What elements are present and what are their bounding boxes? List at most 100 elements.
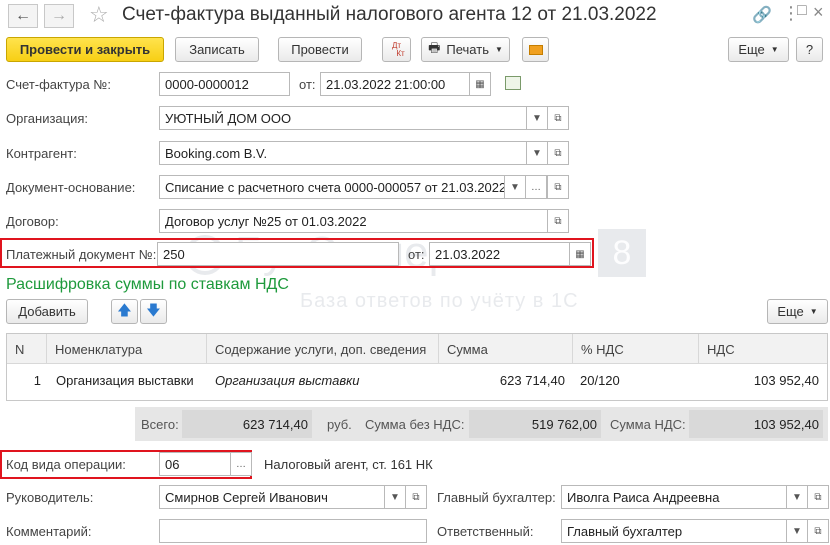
row-content[interactable]: Организация выставки [215,366,360,394]
maximize-icon[interactable]: □ [797,2,807,20]
contractor-dropdown-button[interactable]: ▼ [526,141,548,165]
open-form-icon: ⧉ [814,491,822,503]
base-document-dropdown-button[interactable]: ▼ [504,175,526,199]
document-list-icon[interactable] [505,76,521,90]
add-row-button[interactable]: Добавить [6,299,88,324]
calendar-icon: ▦ [575,248,585,260]
section-more-button[interactable]: Еще ▼ [767,299,828,324]
ellipsis-icon: … [236,458,246,470]
invoice-number-field[interactable]: 0000-0000012 [159,72,290,96]
move-up-button[interactable]: 🡅 [111,299,138,324]
contractor-field[interactable]: Booking.com B.V. [159,141,527,165]
envelope-icon [528,44,543,55]
arrow-down-icon: 🡇 [146,301,161,318]
link-icon[interactable]: 🔗 [752,5,772,25]
responsible-open-button[interactable]: ⧉ [807,519,829,543]
table-row[interactable]: 1 Организация выставки Организация выста… [7,366,827,394]
responsible-label: Ответственный: [437,524,534,539]
contract-open-button[interactable]: ⧉ [547,209,569,233]
manager-dropdown-button[interactable]: ▼ [384,485,406,509]
open-form-icon: ⧉ [412,491,420,503]
forward-button[interactable]: → [44,4,74,28]
more-label: Еще [738,42,765,57]
arrow-up-icon: 🡅 [117,301,132,318]
chevron-down-icon: ▼ [770,45,779,54]
save-button[interactable]: Записать [175,37,259,62]
move-down-button[interactable]: 🡇 [140,299,167,324]
base-document-label: Документ-основание: [6,180,136,195]
chevron-down-icon: ▼ [390,491,400,503]
open-form-icon: ⧉ [554,147,562,159]
chief-accountant-dropdown-button[interactable]: ▼ [786,485,808,509]
base-document-field[interactable]: Списание с расчетного счета 0000-000057 … [159,175,505,199]
payment-document-label: Платежный документ №: [6,247,157,262]
vat-total-value: 103 952,40 [689,410,823,438]
manager-field[interactable]: Смирнов Сергей Иванович [159,485,385,509]
responsible-field[interactable]: Главный бухгалтер [561,519,787,543]
open-form-icon: ⧉ [814,525,822,537]
table-header: N Номенклатура Содержание услуги, доп. с… [7,334,827,364]
chevron-down-icon: ▼ [510,181,520,193]
chevron-down-icon: ▼ [532,147,542,159]
comment-label: Комментарий: [6,524,92,539]
organization-field[interactable]: УЮТНЫЙ ДОМ ООО [159,106,527,130]
row-item[interactable]: Организация выставки [56,366,194,394]
calendar-button[interactable]: ▦ [469,72,491,96]
favorite-star-icon[interactable]: ☆ [89,2,109,28]
row-vat[interactable]: 103 952,40 [699,366,819,394]
chief-accountant-open-button[interactable]: ⧉ [807,485,829,509]
post-and-close-button[interactable]: Провести и закрыть [6,37,164,62]
operation-code-field[interactable]: 06 [159,452,231,476]
total-label: Всего: [141,416,179,432]
organization-dropdown-button[interactable]: ▼ [526,106,548,130]
organization-label: Организация: [6,111,89,126]
open-form-icon: ⧉ [554,181,562,193]
column-header-item[interactable]: Номенклатура [47,334,207,364]
base-document-select-button[interactable]: … [525,175,547,199]
invoice-date-field[interactable]: 21.03.2022 21:00:00 [320,72,470,96]
close-icon[interactable]: × [813,2,824,23]
responsible-dropdown-button[interactable]: ▼ [786,519,808,543]
organization-open-button[interactable]: ⧉ [547,106,569,130]
no-vat-value: 519 762,00 [469,410,601,438]
email-button[interactable] [522,37,549,62]
section-more-label: Еще [777,304,804,319]
operation-code-description: Налоговый агент, ст. 161 НК [264,457,433,472]
manager-open-button[interactable]: ⧉ [405,485,427,509]
print-button[interactable]: 🖶 Печать ▼ [421,37,510,62]
operation-code-label: Код вида операции: [6,457,126,472]
row-vat-rate[interactable]: 20/120 [580,366,620,394]
chief-accountant-label: Главный бухгалтер: [437,490,556,505]
print-label: Печать [446,42,489,57]
total-value: 623 714,40 [182,410,312,438]
chevron-down-icon: ▼ [494,45,503,54]
contract-field[interactable]: Договор услуг №25 от 01.03.2022 [159,209,548,233]
payment-date-field[interactable]: 21.03.2022 [429,242,570,266]
column-header-vat[interactable]: НДС [699,334,827,364]
back-button[interactable]: ← [8,4,38,28]
payment-document-field[interactable]: 250 [157,242,399,266]
column-header-content[interactable]: Содержание услуги, доп. сведения [207,334,439,364]
dt-kt-button[interactable]: Дт Кт [382,37,411,62]
base-document-open-button[interactable]: ⧉ [547,175,569,199]
chief-accountant-field[interactable]: Иволга Раиса Андреевна [561,485,787,509]
payment-date-calendar-button[interactable]: ▦ [569,242,591,266]
window-title: Счет-фактура выданный налогового агента … [122,4,657,25]
payment-date-from-label: от: [408,247,425,262]
manager-label: Руководитель: [6,490,94,505]
calendar-icon: ▦ [475,78,485,90]
row-sum[interactable]: 623 714,40 [439,366,565,394]
vat-table: N Номенклатура Содержание услуги, доп. с… [6,333,828,401]
row-number: 1 [33,372,41,388]
operation-code-select-button[interactable]: … [230,452,252,476]
column-header-n[interactable]: N [7,334,47,364]
comment-field[interactable] [159,519,427,543]
help-button[interactable]: ? [796,37,823,62]
more-button[interactable]: Еще ▼ [728,37,789,62]
chevron-down-icon: ▼ [792,525,802,537]
contractor-open-button[interactable]: ⧉ [547,141,569,165]
post-button[interactable]: Провести [278,37,362,62]
column-header-sum[interactable]: Сумма [439,334,573,364]
column-header-vat-rate[interactable]: % НДС [573,334,699,364]
section-title: Расшифровка суммы по ставкам НДС [6,276,289,293]
